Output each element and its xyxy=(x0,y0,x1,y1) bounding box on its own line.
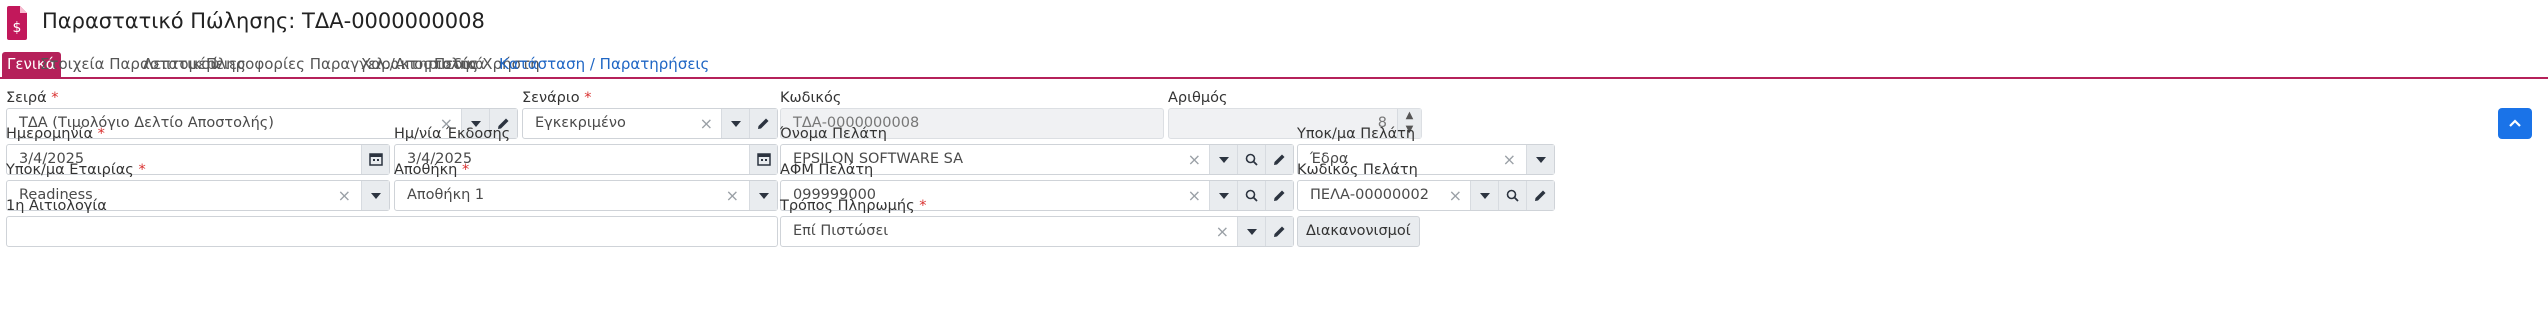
customer-branch-label: Υποκ/μα Πελάτη xyxy=(1297,126,1416,142)
caret-down-icon[interactable] xyxy=(749,181,777,210)
payment-method-select[interactable]: Επί Πιστώσει × xyxy=(780,216,1294,247)
caret-down-icon[interactable] xyxy=(1526,145,1554,174)
caret-down-icon[interactable] xyxy=(721,109,749,138)
customer-code-label: Κωδικός Πελάτη xyxy=(1297,162,1418,178)
date-label: Ημερομηνία * xyxy=(6,126,105,142)
spin-up-icon[interactable]: ▲ xyxy=(1406,110,1414,121)
caret-down-icon[interactable] xyxy=(1209,181,1237,210)
tabs-underline xyxy=(0,77,2548,79)
scenario-select[interactable]: Εγκεκριμένο × xyxy=(522,108,778,139)
reason-label: 1η Αιτιολογία xyxy=(6,198,107,214)
clear-icon[interactable]: × xyxy=(1216,222,1229,241)
pencil-icon[interactable] xyxy=(1265,181,1293,210)
customer-code-value: ΠΕΛΑ-00000002 xyxy=(1310,187,1429,203)
scenario-label: Σενάριο * xyxy=(522,90,592,106)
company-branch-label: Υποκ/μα Εταιρίας * xyxy=(6,162,146,178)
document-money-icon: $ xyxy=(7,6,27,40)
tab-status-notes[interactable]: Κατάσταση / Παρατηρήσεις xyxy=(499,55,709,73)
pencil-icon[interactable] xyxy=(1265,217,1293,246)
clear-icon[interactable]: × xyxy=(726,186,739,205)
scenario-value: Εγκεκριμένο xyxy=(535,115,626,131)
vat-label: ΑΦΜ Πελάτη xyxy=(780,162,874,178)
clear-icon[interactable]: × xyxy=(1188,150,1201,169)
search-icon[interactable] xyxy=(1237,181,1265,210)
clear-icon[interactable]: × xyxy=(1449,186,1462,205)
svg-text:$: $ xyxy=(13,20,22,36)
collapse-button[interactable] xyxy=(2498,108,2532,139)
clear-icon[interactable]: × xyxy=(1188,186,1201,205)
reason-input[interactable] xyxy=(6,216,778,247)
page-title: Παραστατικό Πώλησης: ΤΔΑ-0000000008 xyxy=(42,9,485,33)
payment-method-value: Επί Πιστώσει xyxy=(793,223,889,239)
payment-method-label: Τρόπος Πληρωμής * xyxy=(780,198,927,214)
clear-icon[interactable]: × xyxy=(338,186,351,205)
caret-down-icon[interactable] xyxy=(1470,181,1498,210)
customer-code-select[interactable]: ΠΕΛΑ-00000002 × xyxy=(1297,180,1555,211)
chevron-up-icon xyxy=(2509,119,2521,127)
warehouse-value: Αποθήκη 1 xyxy=(407,187,485,203)
warehouse-label: Αποθήκη * xyxy=(394,162,470,178)
series-label: Σειρά * xyxy=(6,90,59,106)
caret-down-icon[interactable] xyxy=(1237,217,1265,246)
calendar-icon[interactable] xyxy=(361,145,389,174)
search-icon[interactable] xyxy=(1498,181,1526,210)
pencil-icon[interactable] xyxy=(1526,181,1554,210)
number-label: Αριθμός xyxy=(1168,90,1228,106)
issue-date-label: Ημ/νία Έκδοσης xyxy=(394,126,511,142)
calendar-icon[interactable] xyxy=(749,145,777,174)
customer-name-label: Όνομα Πελάτη xyxy=(780,126,887,142)
pencil-icon[interactable] xyxy=(749,109,777,138)
clear-icon[interactable]: × xyxy=(700,114,713,133)
title-bar: $ Παραστατικό Πώλησης: ΤΔΑ-0000000008 xyxy=(0,0,2548,50)
pencil-icon[interactable] xyxy=(1265,145,1293,174)
search-icon[interactable] xyxy=(1237,145,1265,174)
clear-icon[interactable]: × xyxy=(1503,150,1516,169)
warehouse-select[interactable]: Αποθήκη 1 × xyxy=(394,180,778,211)
caret-down-icon[interactable] xyxy=(361,181,389,210)
arrangements-button[interactable]: Διακανονισμοί xyxy=(1297,216,1420,247)
code-label: Κωδικός xyxy=(780,90,842,106)
caret-down-icon[interactable] xyxy=(1209,145,1237,174)
